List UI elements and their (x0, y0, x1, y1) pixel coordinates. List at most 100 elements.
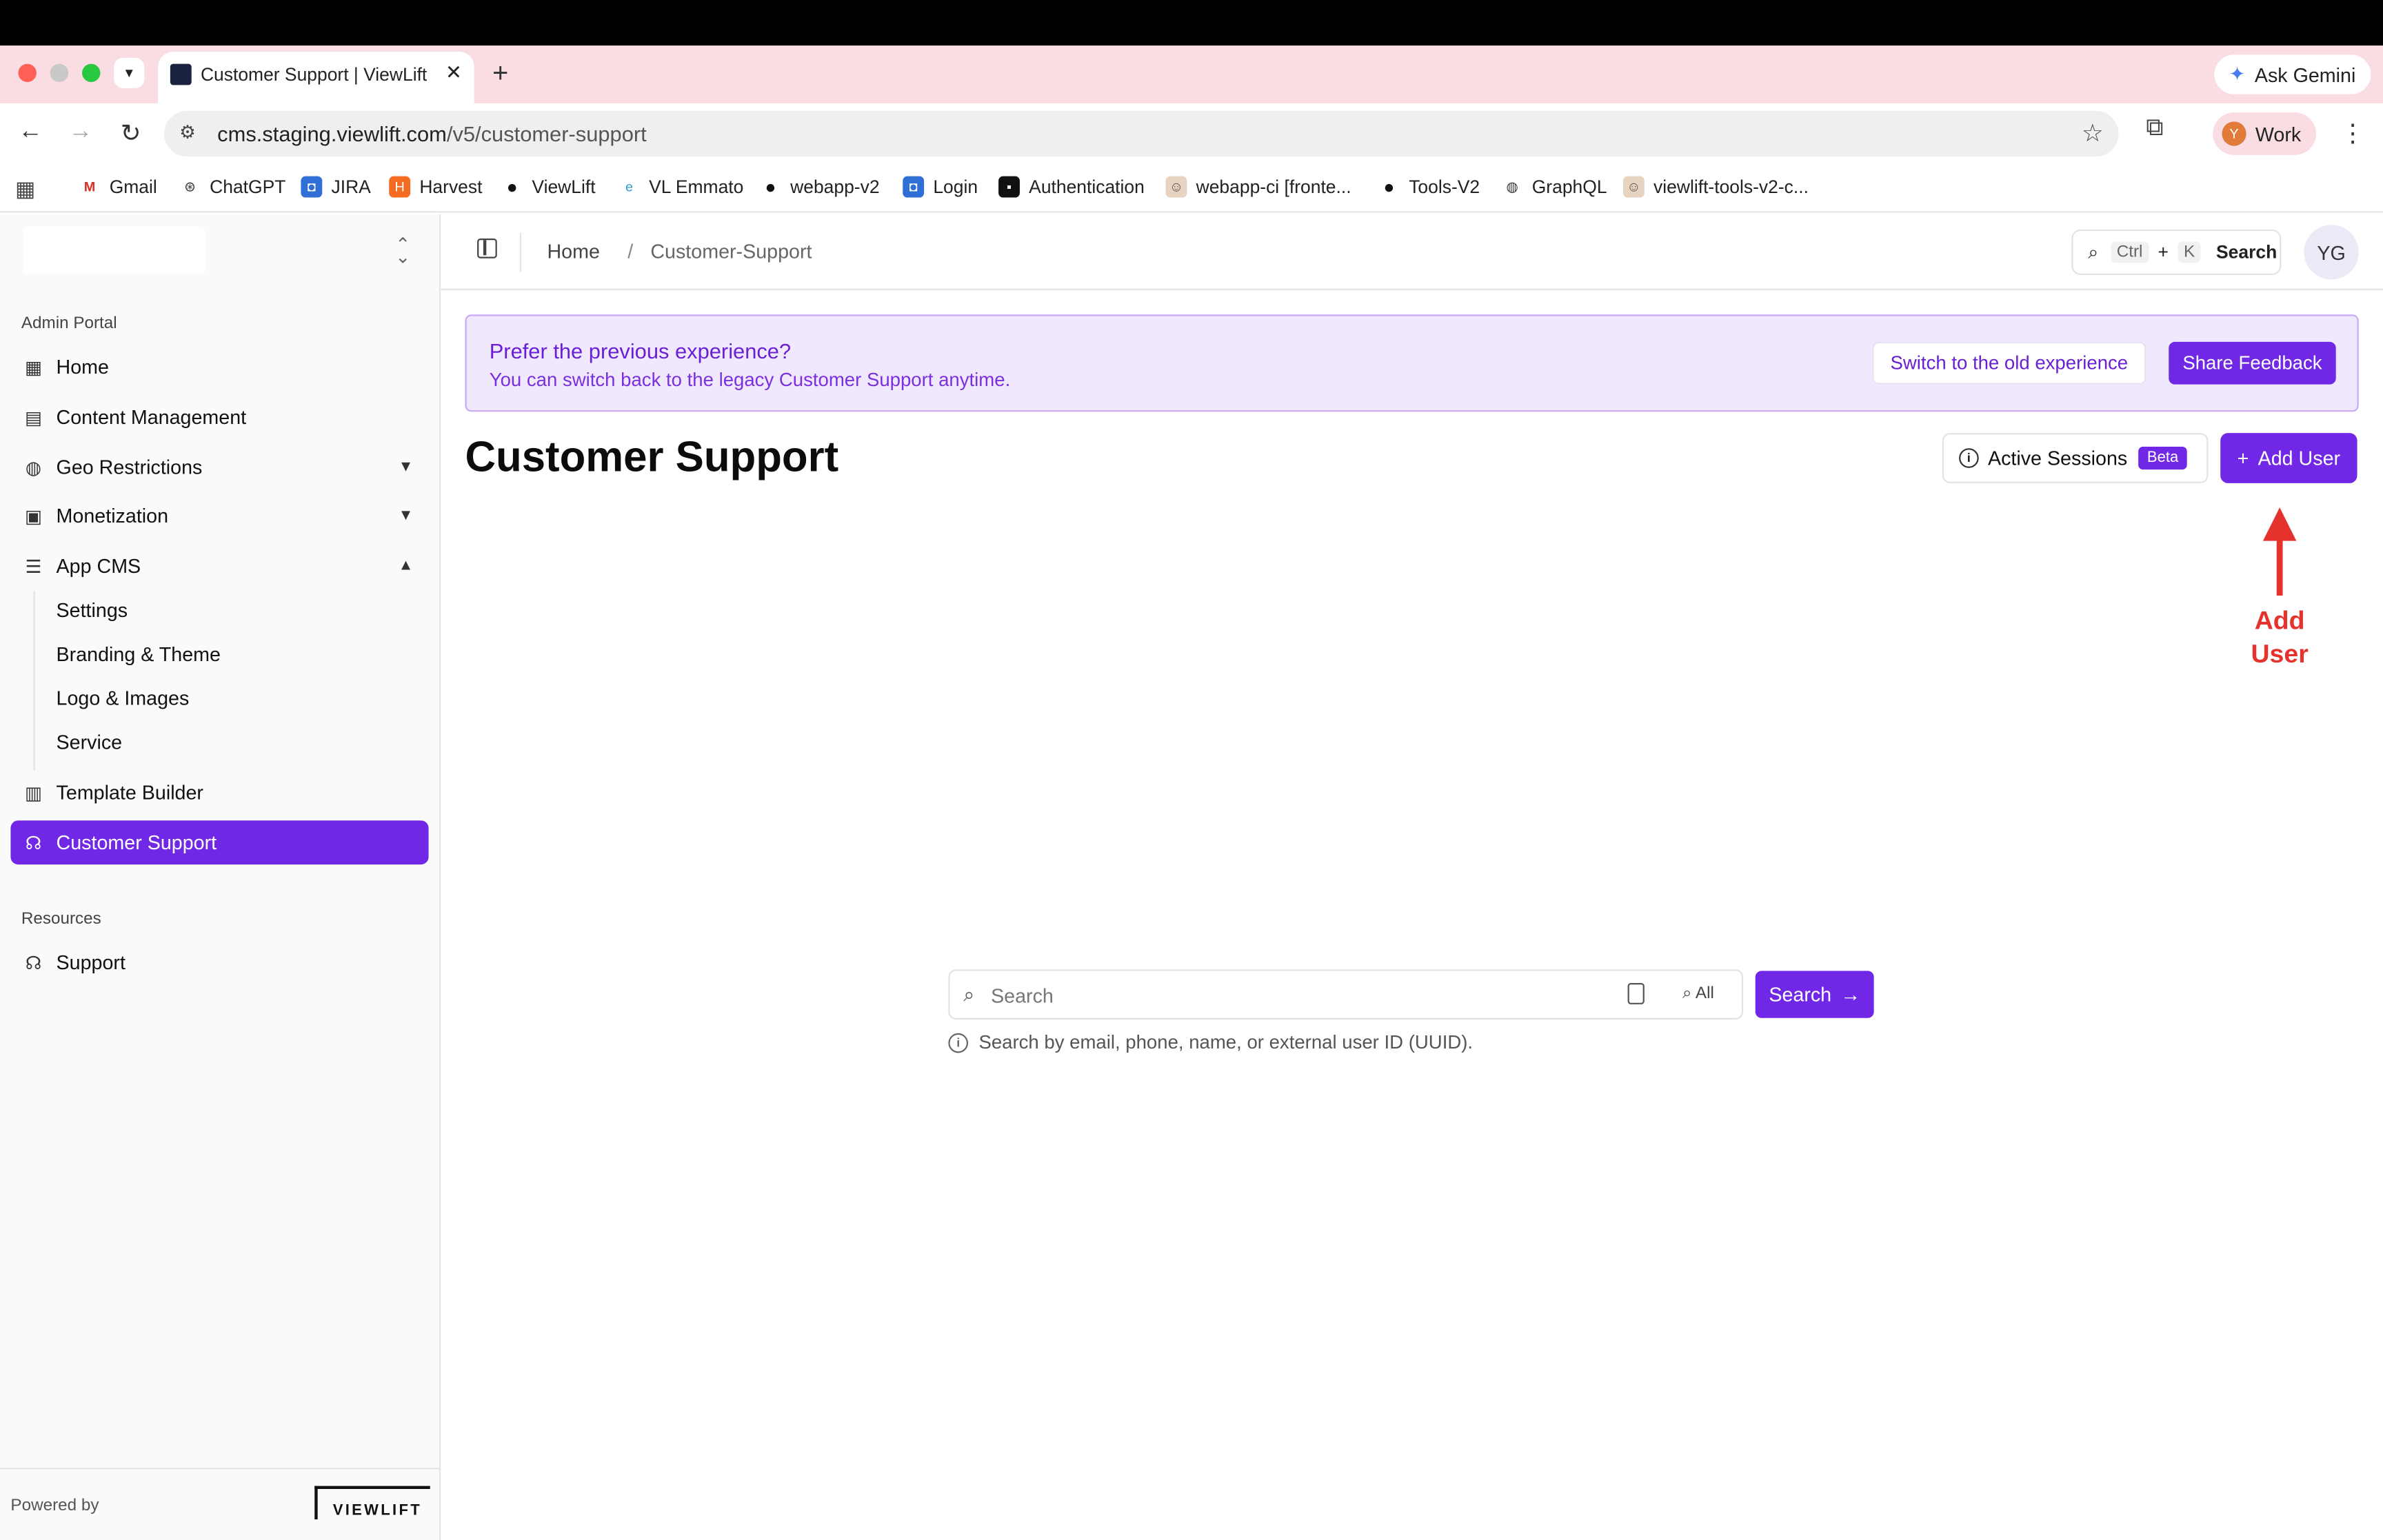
sidebar-item-monetization[interactable]: ▣ Monetization ▼ (10, 494, 428, 538)
sidebar-item-label: Support (56, 951, 125, 974)
jira-icon: ◘ (903, 176, 925, 198)
ask-gemini-button[interactable]: ✦ Ask Gemini (2213, 54, 2371, 94)
global-search-button[interactable]: ⌕ Ctrl + K Search (2071, 229, 2282, 275)
bookmark-harvest[interactable]: H Harvest (389, 176, 482, 198)
breadcrumb-current: Customer-Support (650, 240, 812, 263)
search-icon: ⌕ (2088, 241, 2099, 263)
breadcrumb-separator: / (627, 240, 634, 263)
sliders-icon: ☰ (25, 555, 42, 577)
site-info-icon[interactable]: ⚙ (179, 121, 196, 143)
sidebar-item-label: App CMS (56, 554, 141, 578)
arrow-right-icon: → (1840, 983, 1861, 1006)
bookmark-authentication[interactable]: ▪ Authentication (998, 176, 1145, 198)
gemini-sparkle-icon: ✦ (2229, 62, 2246, 85)
sidebar-item-template-builder[interactable]: ▥ Template Builder (10, 770, 428, 814)
viewlift-logo: VIEWLIFT (314, 1486, 430, 1520)
bookmark-vl-emmato[interactable]: e VL Emmato (619, 176, 743, 198)
sidebar-item-label: Geo Restrictions (56, 456, 203, 479)
banner-subtitle: You can switch back to the legacy Custom… (489, 369, 1011, 391)
bookmark-webapp-v2[interactable]: ● webapp-v2 (760, 176, 880, 198)
submenu-guide-line (33, 591, 35, 771)
bookmarks-bar: ▦ M Gmail ⊛ ChatGPT ◘ JIRA H Harvest ● ViewLi… (0, 164, 2383, 213)
jira-icon: ◘ (301, 176, 323, 198)
browser-menu-icon[interactable]: ⋮ (2340, 119, 2364, 149)
page-title: Customer Support (465, 433, 839, 480)
bookmark-chatgpt[interactable]: ⊛ ChatGPT (179, 176, 285, 198)
github-icon: ● (760, 176, 781, 198)
sidebar-subitem-branding-theme[interactable]: Branding & Theme (57, 642, 221, 665)
profile-label: Work (2255, 122, 2302, 145)
sidebar-item-label: Customer Support (56, 831, 217, 854)
add-user-button[interactable]: + Add User (2220, 433, 2357, 483)
main-header: Home / Customer-Support ⌕ Ctrl + K Searc… (441, 214, 2383, 290)
bookmark-login[interactable]: ◘ Login (903, 176, 978, 198)
sidebar-item-geo-restrictions[interactable]: ◍ Geo Restrictions ▼ (10, 445, 428, 489)
close-window-button[interactable] (18, 63, 37, 83)
user-avatar[interactable]: YG (2304, 225, 2359, 280)
url-text[interactable]: cms.staging.viewlift.com/v5/customer-sup… (217, 121, 647, 145)
apps-grid-icon[interactable]: ▦ (15, 176, 35, 202)
section-label-resources: Resources (21, 910, 101, 929)
header-divider (519, 232, 522, 272)
bookmark-viewlift-tools[interactable]: ☺ viewlift-tools-v2-c... (1622, 176, 1809, 198)
chatgpt-icon: ⊛ (179, 176, 201, 198)
search-icon: ⌕ (963, 983, 975, 1006)
section-label-admin: Admin Portal (21, 314, 117, 333)
annotation-arrow-shaft (2276, 534, 2283, 596)
jenkins-icon: ☺ (1165, 176, 1187, 198)
browser-tab-active[interactable]: Customer Support | ViewLift CMS ✕ (158, 51, 474, 103)
sidebar-item-label: Content Management (56, 405, 247, 429)
back-arrow-icon[interactable]: ← (15, 119, 46, 146)
sidebar-item-customer-support[interactable]: ☊ Customer Support (10, 820, 429, 865)
bookmark-star-icon[interactable]: ☆ (2082, 119, 2104, 149)
bookmark-jira[interactable]: ◘ JIRA (301, 176, 371, 198)
share-feedback-button[interactable]: Share Feedback (2169, 341, 2336, 385)
sidebar-item-label: Home (56, 355, 110, 378)
search-scope-selector[interactable]: ⌕ All (1682, 984, 1714, 1004)
emmato-icon: e (619, 176, 640, 198)
sidebar: ⌃ ⌄ Admin Portal ▦ Home ▤ Content Managem… (0, 214, 441, 1540)
bookmark-tools-v2[interactable]: ● Tools-V2 (1378, 176, 1480, 198)
headset-icon: ☊ (25, 951, 42, 973)
active-sessions-label: Active Sessions (1987, 447, 2128, 470)
ask-gemini-label: Ask Gemini (2254, 63, 2356, 86)
sidebar-item-label: Template Builder (56, 780, 203, 804)
org-selector[interactable] (23, 226, 205, 275)
sidebar-subitem-service[interactable]: Service (57, 731, 123, 753)
sidebar-item-support[interactable]: ☊ Support (10, 940, 428, 984)
bookmark-gmail[interactable]: M Gmail (79, 176, 157, 198)
chevron-up-icon: ▲ (398, 557, 414, 575)
global-search-label: Search (2216, 241, 2278, 263)
bookmark-webapp-ci[interactable]: ☺ webapp-ci [fronte... (1165, 176, 1351, 198)
switch-old-experience-button[interactable]: Switch to the old experience (1872, 341, 2146, 385)
new-tab-button[interactable]: + (492, 58, 508, 90)
maximize-window-button[interactable] (82, 63, 101, 83)
forward-arrow-icon[interactable]: → (66, 119, 96, 146)
bookmark-viewlift[interactable]: ● ViewLift (501, 176, 596, 198)
extensions-puzzle-icon[interactable]: ⧉ (2146, 116, 2163, 143)
user-search-input[interactable] (991, 978, 1599, 1012)
tab-close-icon[interactable]: ✕ (445, 61, 462, 85)
sidebar-subitem-logo-images[interactable]: Logo & Images (57, 687, 190, 709)
chevrons-updown-icon[interactable]: ⌃ ⌄ (395, 236, 410, 266)
search-button[interactable]: Search → (1755, 971, 1874, 1018)
tab-search-chevron-icon[interactable]: ▾ (114, 57, 145, 88)
sidebar-item-content-management[interactable]: ▤ Content Management (10, 395, 428, 439)
profile-button[interactable]: Y Work (2213, 112, 2317, 155)
headset-icon: ☊ (25, 831, 42, 853)
minimize-window-button[interactable] (50, 63, 69, 83)
active-sessions-button[interactable]: i Active Sessions Beta (1942, 433, 2209, 483)
sidebar-item-label: Monetization (56, 504, 169, 527)
shortcut-key-ctrl: Ctrl (2110, 241, 2149, 263)
breadcrumb-home[interactable]: Home (547, 240, 599, 263)
sidebar-item-app-cms[interactable]: ☰ App CMS ▲ (10, 544, 428, 588)
address-bar[interactable]: ⚙ cms.staging.viewlift.com/v5/customer-s… (164, 110, 2119, 157)
sidebar-subitem-settings[interactable]: Settings (57, 598, 128, 621)
reload-icon[interactable]: ↻ (116, 119, 146, 149)
info-icon: i (948, 1032, 969, 1053)
paste-clipboard-icon[interactable] (1627, 983, 1645, 1004)
toggle-sidebar-icon[interactable] (477, 239, 497, 259)
bookmark-graphql[interactable]: ◍ GraphQL (1501, 176, 1607, 198)
sidebar-item-home[interactable]: ▦ Home (10, 345, 428, 389)
search-hint: i Search by email, phone, name, or exter… (948, 1032, 1473, 1053)
